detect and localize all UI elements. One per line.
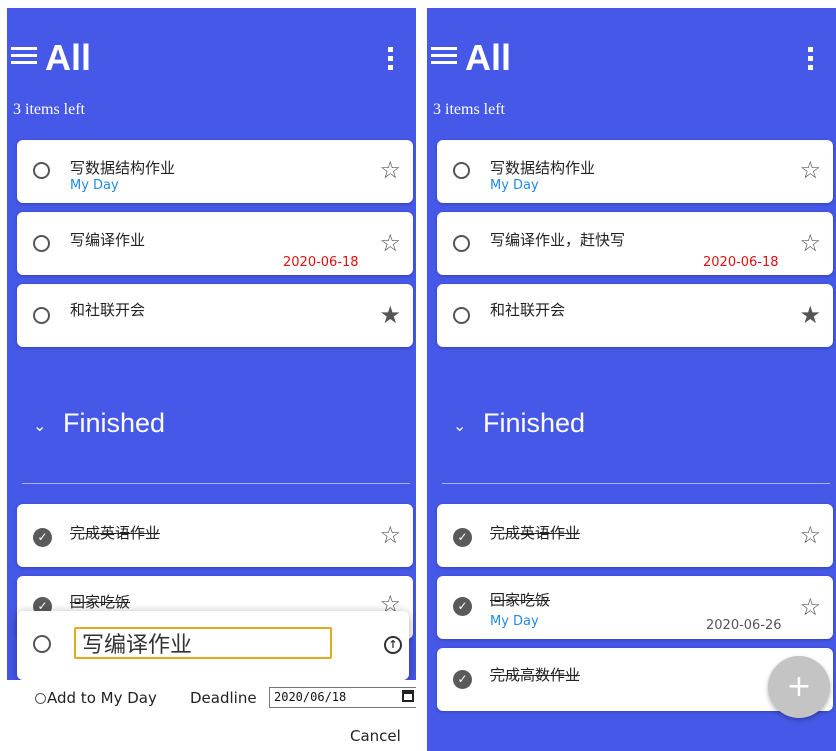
upload-icon[interactable]: ↑ [384,636,402,654]
star-outline-icon[interactable]: ☆ [799,521,821,549]
task-deadline: 2020-06-18 [703,255,779,270]
circle-icon[interactable] [33,307,50,324]
task-deadline: 2020-06-26 [706,618,782,633]
check-circle-icon[interactable]: ✓ [453,528,472,547]
task-title: 和社联开会 [490,301,566,319]
calendar-icon[interactable] [402,690,414,702]
star-filled-icon[interactable]: ★ [799,301,821,329]
circle-icon[interactable] [33,635,51,653]
add-task-button[interactable]: + [768,656,830,718]
app-panel-right: All 3 items left 写数据结构作业 My Day ☆ 写编译作业，… [427,8,836,751]
task-title: 回家吃饭 [490,591,551,609]
add-to-my-day-label: Add to My Day [47,689,157,707]
task-title: 完成英语作业 [490,524,581,542]
chevron-down-icon: ⌄ [453,416,467,435]
divider [442,483,830,484]
finished-heading: Finished [483,408,586,438]
task-item[interactable]: 和社联开会 ★ [17,284,413,347]
items-left-count: 3 items left [433,101,505,118]
page-title: All [465,37,512,78]
finished-task-item[interactable]: ✓ 完成英语作业 ☆ [437,504,833,567]
menu-icon[interactable] [11,47,37,69]
task-title: 写编译作业，赶快写 [490,231,626,249]
task-deadline: 2020-06-18 [283,255,359,270]
sun-icon [35,693,46,704]
circle-icon[interactable] [453,162,470,179]
task-item[interactable]: 写数据结构作业 My Day ☆ [437,140,833,203]
finished-heading: Finished [63,408,166,438]
divider [22,483,410,484]
task-tag: My Day [70,178,119,193]
star-outline-icon[interactable]: ☆ [799,156,821,184]
task-tag: My Day [490,614,539,629]
deadline-label: Deadline [190,689,257,707]
circle-icon[interactable] [33,162,50,179]
circle-icon[interactable] [453,235,470,252]
star-filled-icon[interactable]: ★ [379,301,401,329]
check-circle-icon[interactable]: ✓ [453,597,472,616]
task-item[interactable]: 写编译作业 2020-06-18 ☆ [17,212,413,275]
task-item[interactable]: 写数据结构作业 My Day ☆ [17,140,413,203]
check-circle-icon[interactable]: ✓ [33,528,52,547]
task-item[interactable]: 和社联开会 ★ [437,284,833,347]
items-left-count: 3 items left [13,101,85,118]
task-options-bar: Add to My Day Deadline 2020/06/18 Cancel [7,680,416,751]
deadline-date-input[interactable]: 2020/06/18 [269,687,416,708]
more-vert-icon[interactable] [808,47,814,71]
header: All [427,38,836,80]
task-title: 回家吃饭 [70,593,131,611]
circle-icon[interactable] [453,307,470,324]
task-title: 写数据结构作业 [490,159,596,177]
more-vert-icon[interactable] [388,47,394,71]
star-outline-icon[interactable]: ☆ [799,229,821,257]
task-title: 和社联开会 [70,301,146,319]
finished-task-item[interactable]: ✓ 完成英语作业 ☆ [17,504,413,567]
star-outline-icon[interactable]: ☆ [379,156,401,184]
task-title-input[interactable] [74,627,332,659]
menu-icon[interactable] [431,47,457,69]
task-tag: My Day [490,178,539,193]
star-outline-icon[interactable]: ☆ [799,593,821,621]
task-title: 写数据结构作业 [70,159,176,177]
circle-icon[interactable] [33,235,50,252]
app-panel-left: All 3 items left 写数据结构作业 My Day ☆ 写编译作业 … [7,8,416,751]
finished-task-item[interactable]: ✓ 回家吃饭 My Day 2020-06-26 ☆ [437,576,833,639]
task-title: 完成高数作业 [490,666,581,684]
task-editor: ↑ [17,611,409,680]
task-item[interactable]: 写编译作业，赶快写 2020-06-18 ☆ [437,212,833,275]
cancel-button[interactable]: Cancel [350,727,401,745]
chevron-down-icon: ⌄ [33,416,47,435]
star-outline-icon[interactable]: ☆ [379,229,401,257]
check-circle-icon[interactable]: ✓ [453,670,472,689]
star-outline-icon[interactable]: ☆ [379,521,401,549]
add-to-my-day-button[interactable]: Add to My Day [35,689,157,707]
task-title: 完成英语作业 [70,524,161,542]
header: All [7,38,416,80]
task-title: 写编译作业 [70,231,146,249]
page-title: All [45,37,92,78]
